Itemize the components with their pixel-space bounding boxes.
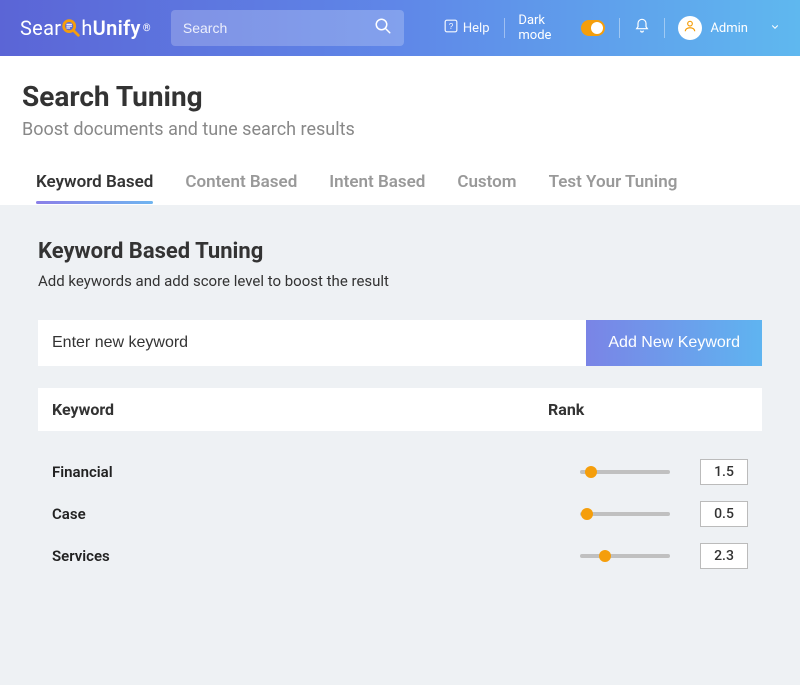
search-input[interactable] <box>183 20 364 36</box>
table-row: Case 0.5 <box>38 493 762 535</box>
rank-value[interactable]: 0.5 <box>700 501 748 527</box>
global-search[interactable] <box>171 10 404 46</box>
keyword-cell: Services <box>52 547 580 565</box>
section-title: Keyword Based Tuning <box>38 239 762 264</box>
column-rank: Rank <box>548 400 748 419</box>
search-icon <box>374 17 392 39</box>
page-content: Search Tuning Boost documents and tune s… <box>0 56 800 205</box>
darkmode-label: Dark mode <box>518 13 572 43</box>
chevron-down-icon <box>770 21 780 36</box>
rank-slider[interactable] <box>580 470 670 474</box>
column-keyword: Keyword <box>52 400 548 419</box>
rank-slider[interactable] <box>580 512 670 516</box>
tab-intent-based[interactable]: Intent Based <box>329 164 425 204</box>
user-menu[interactable]: Admin <box>678 16 780 40</box>
logo-text-brand: Unify <box>93 16 141 40</box>
avatar <box>678 16 702 40</box>
rank-value[interactable]: 2.3 <box>700 543 748 569</box>
table-row: Financial 1.5 <box>38 451 762 493</box>
tabs: Keyword Based Content Based Intent Based… <box>22 164 778 205</box>
darkmode-toggle-group: Dark mode <box>518 13 604 43</box>
logo-text-mid: h <box>81 16 92 40</box>
keyword-cell: Financial <box>52 463 580 481</box>
table-row: Services 2.3 <box>38 535 762 577</box>
table-header: Keyword Rank <box>38 388 762 431</box>
rank-slider[interactable] <box>580 554 670 558</box>
tab-custom[interactable]: Custom <box>457 164 516 204</box>
tuning-section: Keyword Based Tuning Add keywords and ad… <box>0 205 800 685</box>
logo: Sear h Unify ® <box>20 16 151 40</box>
app-header: Sear h Unify ® <box>0 0 800 56</box>
svg-text:?: ? <box>449 22 454 31</box>
rank-value[interactable]: 1.5 <box>700 459 748 485</box>
user-icon <box>683 19 697 37</box>
page-title: Search Tuning <box>22 80 778 113</box>
keyword-cell: Case <box>52 505 580 523</box>
registered-icon: ® <box>143 23 151 34</box>
help-label: Help <box>463 21 490 36</box>
add-keyword-row: Add New Keyword <box>38 320 762 366</box>
header-actions: ? Help Dark mode <box>444 13 780 43</box>
help-icon: ? <box>444 19 458 37</box>
keyword-input[interactable] <box>38 320 586 366</box>
section-description: Add keywords and add score level to boos… <box>38 272 762 290</box>
divider <box>664 18 665 38</box>
user-label: Admin <box>710 21 748 36</box>
logo-text-prefix: Sear <box>20 16 61 40</box>
help-link[interactable]: ? Help <box>444 19 490 37</box>
tab-content-based[interactable]: Content Based <box>185 164 297 204</box>
page-subtitle: Boost documents and tune search results <box>22 119 778 140</box>
add-keyword-button[interactable]: Add New Keyword <box>586 320 762 366</box>
divider <box>504 18 505 38</box>
magnifier-icon <box>60 17 82 39</box>
darkmode-toggle[interactable] <box>581 20 605 36</box>
tab-keyword-based[interactable]: Keyword Based <box>36 164 153 204</box>
bell-icon[interactable] <box>634 18 650 38</box>
divider <box>619 18 620 38</box>
tab-test-your-tuning[interactable]: Test Your Tuning <box>549 164 678 204</box>
